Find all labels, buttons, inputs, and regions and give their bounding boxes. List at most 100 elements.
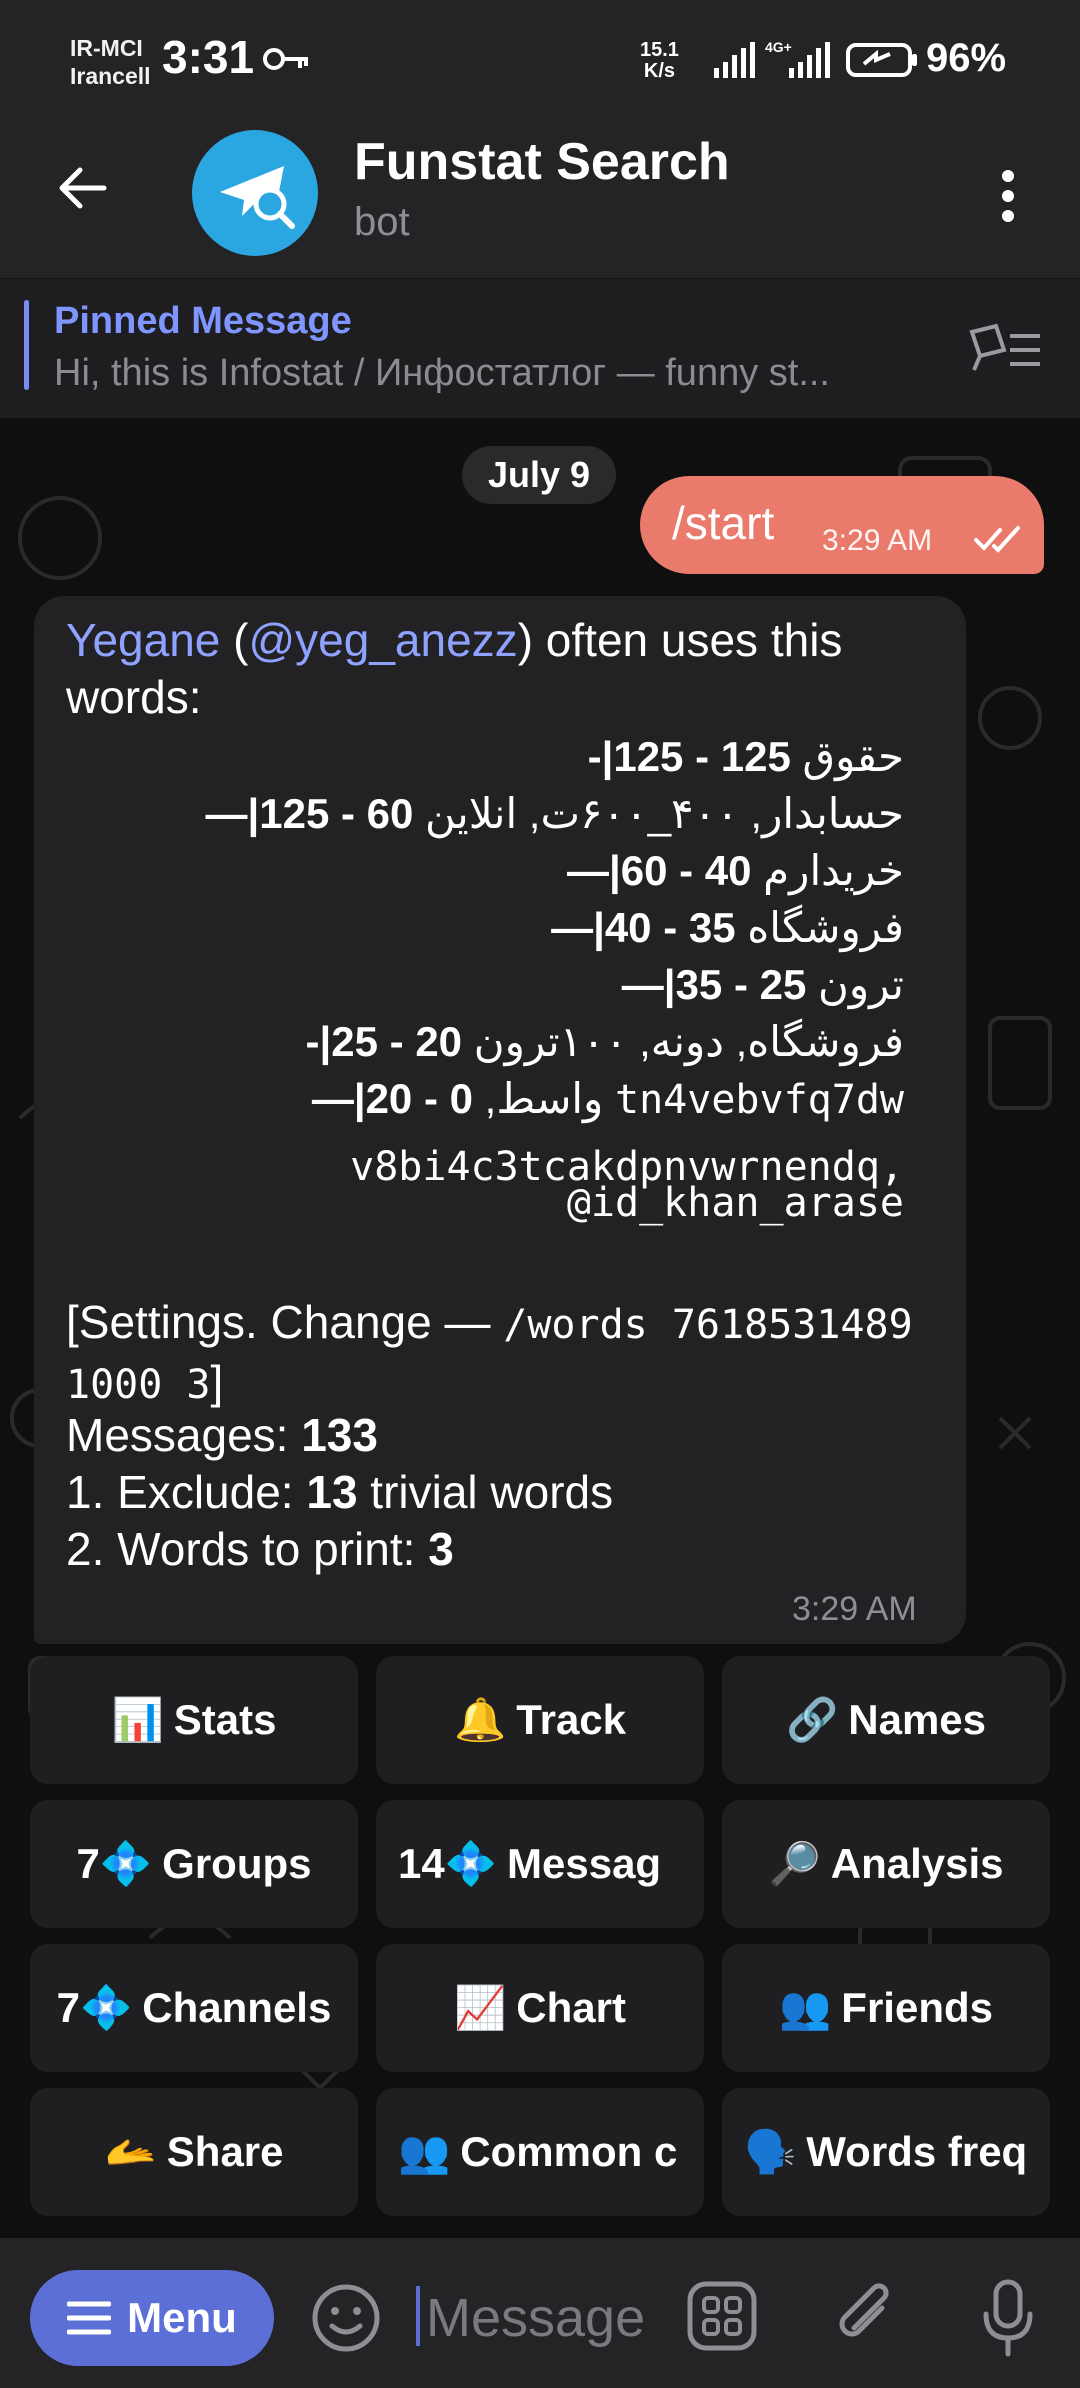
settings-suffix: ] (210, 1356, 224, 1408)
menu-button-label: Menu (127, 2294, 237, 2341)
names-button-label: Names (848, 1696, 987, 1743)
bot-avatar[interactable] (192, 130, 318, 256)
battery-level: 96% (926, 36, 1007, 80)
analysis-button-label: Analysis (830, 1840, 1004, 1887)
signal-strength-icon (714, 42, 755, 78)
incoming-message-time: 3:29 AM (792, 1590, 917, 1628)
chart-button[interactable]: 📈 Chart (376, 1944, 704, 2072)
diamond-icon: 14💠 (398, 1839, 498, 1887)
word-row-range: 0 - 20 (365, 1075, 473, 1122)
messages-button-label: Messag (507, 1840, 662, 1887)
word-row-words: واسط, (484, 1075, 604, 1122)
trend-chart-icon: 📈 (454, 1983, 507, 2031)
speaking-head-icon: 🗣️ (744, 2127, 797, 2175)
pinned-indicator (24, 300, 29, 390)
diamond-icon: 7💠 (76, 1839, 153, 1887)
carrier-line-2: Irancell (70, 63, 151, 89)
word-row-words: فروشگاه, دونه, ۱۰۰ترون (473, 1018, 904, 1065)
chat-title[interactable]: Funstat Search (354, 132, 730, 192)
chat-subtitle: bot (354, 200, 410, 244)
bot-commands-icon[interactable] (686, 2280, 758, 2352)
username-link[interactable]: @id_khan_arase (66, 1180, 904, 1226)
net-speed-unit: K/s (643, 60, 676, 82)
channels-button-label: Channels (142, 1984, 332, 2031)
words-frequency-button[interactable]: 🗣️ Words freq (722, 2088, 1050, 2216)
print-value: 3 (428, 1523, 454, 1575)
net-speed: 15.1 K/s (640, 40, 679, 82)
messages-button[interactable]: 14💠 Messag (376, 1800, 704, 1928)
key-icon (263, 48, 308, 70)
word-row-range: 25 - 35 (675, 961, 807, 1008)
username-link[interactable]: @yeg_anezz (248, 614, 517, 666)
word-row-words: ترون (818, 961, 904, 1008)
settings-prefix: [Settings. Change — (66, 1296, 504, 1348)
palm-icon: 🫴 (104, 2127, 157, 2175)
word-row-prefix: |- (587, 733, 614, 780)
pinned-text: Hi, this is Infostat / Инфостатлог — fun… (54, 352, 830, 394)
exclude-label: 1. Exclude: (66, 1466, 307, 1518)
word-frequency-list: حقوق 125 - 125|- حسابدار, ۴۰۰_۶۰۰ت, انلا… (66, 728, 904, 1129)
groups-button-label: Groups (162, 1840, 312, 1887)
outgoing-message-text: /start (672, 497, 775, 549)
word-row-prefix: |- (305, 1018, 332, 1065)
stats-button[interactable]: 📊 Stats (30, 1656, 358, 1784)
bar-chart-icon: 📊 (111, 1695, 164, 1743)
user-name-link[interactable]: Yegane (66, 614, 220, 666)
exclude-line: 1. Exclude: 13 trivial words (66, 1465, 613, 1519)
groups-button[interactable]: 7💠 Groups (30, 1800, 358, 1928)
signal-4g-icon: 4G+ (765, 39, 830, 78)
pinned-list-icon[interactable] (966, 322, 1046, 378)
double-check-icon (974, 526, 1020, 553)
share-button[interactable]: 🫴 Share (30, 2088, 358, 2216)
date-separator: July 9 (462, 446, 617, 504)
status-time: 3:31 (162, 31, 255, 83)
settings-line: [Settings. Change — /words 7618531489 10… (66, 1294, 936, 1414)
hamburger-icon (67, 2301, 112, 2335)
link-icon: 🔗 (785, 1695, 839, 1743)
attach-icon[interactable] (830, 2278, 900, 2354)
friends-button-label: Friends (841, 1984, 993, 2031)
more-vertical-icon[interactable] (996, 168, 1020, 224)
word-row-mono: tn4vebvfq7dw (615, 1077, 904, 1123)
messages-value: 133 (301, 1409, 378, 1461)
word-row-range: 20 - 25 (331, 1018, 463, 1065)
word-row-range: 125 - 125 (613, 733, 791, 780)
word-row: ترون 25 - 35|— (66, 956, 904, 1013)
emoji-icon[interactable] (310, 2282, 382, 2354)
word-row: حسابدار, ۴۰۰_۶۰۰ت, انلاین 60 - 125|— (66, 785, 904, 842)
words-frequency-button-label: Words freq (806, 2128, 1028, 2175)
carrier-label: IR-MCI Irancell (70, 34, 151, 90)
people-icon: 👥 (779, 1983, 832, 2031)
friends-button[interactable]: 👥 Friends (722, 1944, 1050, 2072)
print-line: 2. Words to print: 3 (66, 1522, 454, 1576)
back-arrow-icon[interactable] (54, 160, 110, 216)
word-row-prefix: |— (551, 904, 605, 951)
analysis-button[interactable]: 🔎 Analysis (722, 1800, 1050, 1928)
channels-button[interactable]: 7💠 Channels (30, 1944, 358, 2072)
net-speed-value: 15.1 (640, 39, 679, 61)
pinned-title: Pinned Message (54, 300, 352, 342)
track-button[interactable]: 🔔 Track (376, 1656, 704, 1784)
word-row-prefix: |— (621, 961, 676, 1008)
message-input[interactable] (424, 2282, 668, 2354)
word-row-prefix: |— (311, 1075, 366, 1122)
word-row-range: 60 - 125 (259, 790, 414, 837)
common-chats-button[interactable]: 👥 Common c (376, 2088, 704, 2216)
exclude-suffix: trivial words (357, 1466, 614, 1518)
word-row-range: 35 - 40 (604, 904, 736, 951)
word-row: tn4vebvfq7dw واسط, 0 - 20|— (66, 1070, 904, 1129)
track-button-label: Track (516, 1696, 627, 1743)
carrier-line-1: IR-MCI (70, 35, 143, 61)
menu-button[interactable]: Menu (30, 2270, 274, 2366)
word-row: فروشگاه, دونه, ۱۰۰ترون 20 - 25|- (66, 1013, 904, 1070)
word-row: حقوق 125 - 125|- (66, 728, 904, 785)
microphone-icon[interactable] (978, 2278, 1038, 2358)
bell-icon: 🔔 (453, 1695, 507, 1743)
magnifier-icon: 🔎 (768, 1839, 821, 1887)
print-label: 2. Words to print: (66, 1523, 429, 1575)
message-intro: Yegane (@yeg_anezz) often uses this word… (66, 614, 843, 723)
word-row-range: 40 - 60 (620, 847, 752, 894)
share-button-label: Share (166, 2128, 284, 2175)
word-row-words: خریدارم (763, 847, 904, 894)
names-button[interactable]: 🔗 Names (722, 1656, 1050, 1784)
